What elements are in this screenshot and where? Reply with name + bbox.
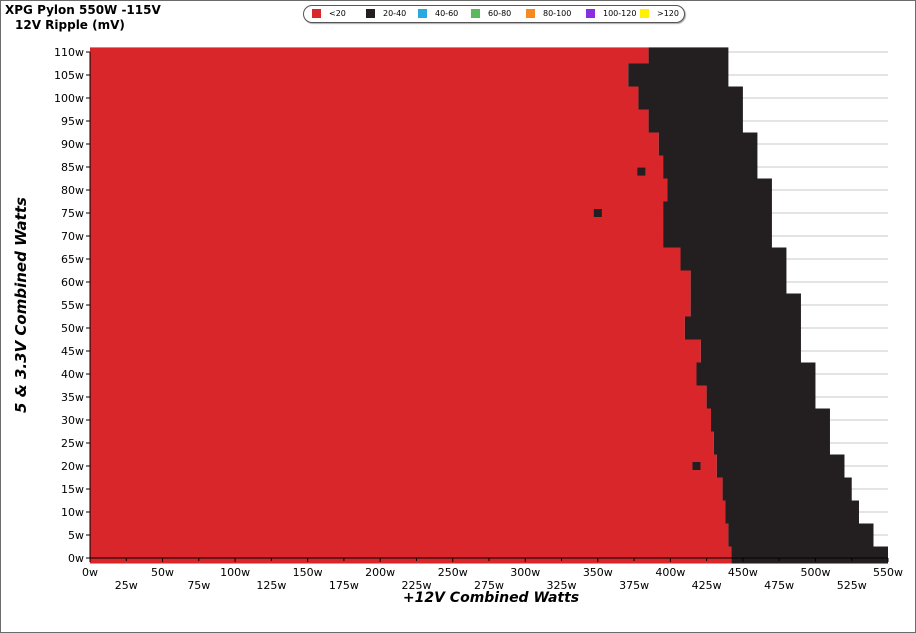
- x-tick-label-minor: 225w: [401, 579, 431, 592]
- heatmap-cell-mid: [684, 316, 801, 340]
- heatmap-cell-mid: [663, 201, 772, 225]
- y-tick-label: 50w: [61, 322, 84, 335]
- heatmap-cell-low: [90, 247, 681, 271]
- heatmap-cell-low: [90, 224, 664, 248]
- heatmap-cell-low: [90, 477, 723, 501]
- x-tick-label-major: 500w: [800, 566, 830, 579]
- heatmap-plot: 0w 5w 10w 15w 20w 25w 30w 35w 40w 45w 50w 55w 60w 65w…: [54, 46, 903, 592]
- x-tick-label-major: 300w: [510, 566, 540, 579]
- y-tick-label: 0w: [68, 552, 84, 565]
- y-tick-label: 110w: [54, 46, 84, 59]
- heatmap-cell-low: [90, 270, 691, 294]
- y-tick-label: 15w: [61, 483, 84, 496]
- y-tick-label: 40w: [61, 368, 84, 381]
- heatmap-cell-low: [90, 385, 707, 409]
- y-tick-label: 60w: [61, 276, 84, 289]
- x-tick-label-major: 0w: [82, 566, 98, 579]
- x-tick-label-major: 350w: [583, 566, 613, 579]
- heatmap-cell-low: [90, 339, 701, 363]
- heatmap-cell-low: [90, 155, 664, 179]
- y-tick-label: 90w: [61, 138, 84, 151]
- heatmap-outlier-cell: [637, 167, 646, 176]
- heatmap-cell-low: [90, 431, 714, 455]
- heatmap-cell-mid: [663, 155, 758, 179]
- x-tick-label-major: 400w: [655, 566, 685, 579]
- heatmap-cell-mid: [722, 477, 852, 501]
- heatmap-cell-mid: [696, 362, 816, 386]
- heatmap-cell-mid: [728, 523, 874, 547]
- y-tick-label: 105w: [54, 69, 84, 82]
- heatmap-cell-mid: [667, 178, 772, 202]
- y-tick-label: 85w: [61, 161, 84, 174]
- y-tick-label: 80w: [61, 184, 84, 197]
- heatmap-cell-low: [90, 178, 668, 202]
- heatmap-cell-mid: [700, 339, 801, 363]
- heatmap-cell-low: [90, 408, 711, 432]
- x-tick-label-minor: 75w: [187, 579, 210, 592]
- heatmap-cell-low: [90, 63, 629, 87]
- heatmap-cell-low: [90, 454, 717, 478]
- x-tick-label-minor: 275w: [474, 579, 504, 592]
- heatmap-cell-mid: [731, 546, 888, 564]
- heatmap-cell-mid: [648, 109, 743, 133]
- y-tick-label: 95w: [61, 115, 84, 128]
- y-tick-label: 70w: [61, 230, 84, 243]
- y-tick-label: 5w: [68, 529, 84, 542]
- heatmap-cell-mid: [648, 47, 729, 64]
- heatmap-cell-mid: [710, 408, 830, 432]
- heatmap-cell-mid: [716, 454, 845, 478]
- y-tick-label: 10w: [61, 506, 84, 519]
- x-tick-label-minor: 375w: [619, 579, 649, 592]
- heatmap-cell-mid: [680, 247, 787, 271]
- y-tick-label: 75w: [61, 207, 84, 220]
- y-tick-label: 45w: [61, 345, 84, 358]
- x-tick-label-major: 550w: [873, 566, 903, 579]
- heatmap-cell-low: [90, 132, 659, 156]
- x-tick-label-minor: 525w: [837, 579, 867, 592]
- heatmap-cell-mid: [638, 86, 743, 110]
- heatmap-cell-mid: [663, 224, 772, 248]
- heatmap-cell-mid: [725, 500, 859, 524]
- x-tick-label-minor: 125w: [256, 579, 286, 592]
- heatmap-cell-low: [90, 293, 691, 317]
- heatmap-cell-mid: [658, 132, 758, 156]
- heatmap-cell-low: [90, 500, 726, 524]
- heatmap-cell-mid: [628, 63, 729, 87]
- x-tick-label-minor: 475w: [764, 579, 794, 592]
- y-tick-label: 55w: [61, 299, 84, 312]
- heatmap-outlier-cell: [692, 462, 701, 470]
- heatmap-cell-low: [90, 201, 664, 225]
- x-tick-label-major: 450w: [728, 566, 758, 579]
- heatmap-cell-low: [90, 316, 685, 340]
- heatmap-cell-mid: [706, 385, 816, 409]
- heatmap-cell-low: [90, 362, 697, 386]
- y-tick-label: 20w: [61, 460, 84, 473]
- x-tick-label-minor: 25w: [115, 579, 138, 592]
- heatmap-cell-low: [90, 86, 639, 110]
- x-tick-label-major: 100w: [220, 566, 250, 579]
- y-tick-label: 100w: [54, 92, 84, 105]
- x-tick-label-major: 250w: [438, 566, 468, 579]
- x-tick-label-minor: 325w: [547, 579, 577, 592]
- y-tick-label: 35w: [61, 391, 84, 404]
- x-tick-label-minor: 175w: [329, 579, 359, 592]
- y-tick-label: 25w: [61, 437, 84, 450]
- heatmap-outlier-cell: [593, 209, 602, 217]
- heatmap-cell-mid: [690, 270, 787, 294]
- heatmap-cell-low: [90, 546, 732, 564]
- heatmap-cell-low: [90, 523, 729, 547]
- x-tick-label-major: 50w: [151, 566, 174, 579]
- y-tick-label: 30w: [61, 414, 84, 427]
- heatmap-cell-low: [90, 47, 649, 64]
- x-tick-label-minor: 425w: [692, 579, 722, 592]
- y-tick-label: 65w: [61, 253, 84, 266]
- heatmap-cell-mid: [690, 293, 801, 317]
- chart-frame: XPG Pylon 550W -115V 12V Ripple (mV) <20…: [0, 0, 916, 633]
- x-tick-label-major: 200w: [365, 566, 395, 579]
- heatmap-cell-mid: [713, 431, 830, 455]
- heatmap-cell-low: [90, 109, 649, 133]
- x-tick-label-major: 150w: [293, 566, 323, 579]
